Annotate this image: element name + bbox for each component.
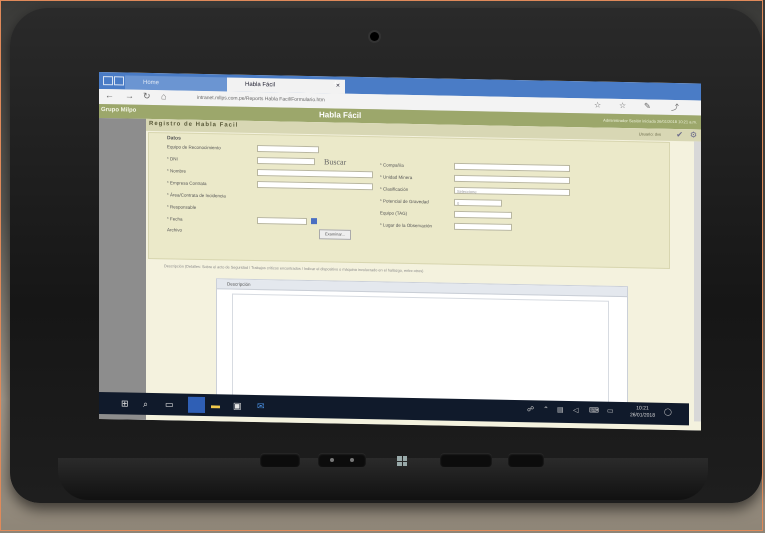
- unidad-select[interactable]: [454, 174, 570, 185]
- clock-date: 26/01/2018: [629, 412, 655, 419]
- form-panel: Datos Equipo de Reconocimiento * DNI * N…: [148, 131, 670, 269]
- file-explorer-icon[interactable]: ▬: [211, 400, 220, 410]
- label-dni: * DNI: [167, 156, 178, 162]
- label-unidad: * Unidad Minera: [380, 174, 413, 181]
- hardware-button[interactable]: [318, 453, 366, 467]
- compania-select[interactable]: [454, 162, 570, 173]
- camera-icon: [370, 32, 379, 41]
- left-sidebar: [99, 118, 146, 420]
- header-status: Usuario: dvs: [638, 131, 661, 137]
- keyboard-icon[interactable]: ⌨: [589, 406, 599, 414]
- empresa-field[interactable]: [257, 181, 373, 191]
- tablet-screen: Home Habla Fácil × + ← → ↻ ⌂ intranet.ml…: [99, 72, 701, 431]
- main-content: Registro de Habla Facil Usuario: dvs ✔ ⚙…: [146, 118, 701, 431]
- chevron-up-icon[interactable]: ⌃: [543, 406, 549, 414]
- window-icon[interactable]: [114, 76, 124, 86]
- page-title: Registro de Habla Facil: [149, 120, 239, 129]
- potencial-field[interactable]: 0: [454, 198, 502, 207]
- gear-icon[interactable]: ⚙: [690, 130, 697, 139]
- label-equipo: Equipo de Reconocimiento: [167, 144, 221, 151]
- nombre-field[interactable]: [257, 169, 373, 179]
- section-label: Datos: [167, 135, 181, 142]
- notifications-icon[interactable]: ◯: [664, 408, 672, 416]
- star-icon[interactable]: ☆: [594, 101, 601, 110]
- fecha-field[interactable]: [257, 217, 307, 225]
- vertical-scrollbar[interactable]: [694, 141, 701, 422]
- label-responsable: * Responsable: [167, 204, 197, 210]
- forward-icon[interactable]: →: [125, 90, 134, 100]
- buscar-button[interactable]: Buscar: [324, 157, 346, 166]
- calendar-icon[interactable]: [311, 218, 317, 225]
- favorites-icon[interactable]: ☆: [619, 101, 626, 110]
- windows-start-icon[interactable]: ⊞: [121, 398, 129, 409]
- volume-icon[interactable]: ◁: [573, 406, 578, 414]
- windows-key-icon[interactable]: [397, 456, 407, 466]
- window-icon[interactable]: [103, 76, 113, 86]
- tablet-bottom-bumper: [58, 458, 708, 500]
- save-icon[interactable]: ✔: [676, 130, 683, 139]
- label-compania: * Compañía: [380, 162, 404, 168]
- pen-icon[interactable]: ✎: [644, 101, 651, 110]
- hardware-button[interactable]: [260, 453, 300, 467]
- clock[interactable]: 10:21 26/01/2018: [630, 405, 655, 419]
- hardware-button[interactable]: [440, 453, 492, 467]
- people-icon[interactable]: ☍: [527, 405, 534, 413]
- tab-label: Home: [143, 79, 160, 87]
- search-icon[interactable]: ⌕: [143, 399, 148, 410]
- label-archivo: Archivo: [167, 227, 183, 233]
- user-info: Administrador Sesión iniciada 26/01/2018…: [603, 117, 697, 125]
- equipo-tag-field[interactable]: [454, 210, 512, 219]
- store-icon[interactable]: ▣: [233, 401, 242, 412]
- battery-icon[interactable]: ▭: [607, 407, 614, 415]
- back-icon[interactable]: ←: [105, 90, 114, 100]
- new-tab-button[interactable]: +: [333, 78, 339, 89]
- label-lugar: * Lugar de la Observación: [380, 222, 433, 229]
- clasificacion-select[interactable]: Seleccione: [454, 186, 570, 197]
- examinar-button[interactable]: Examinar...: [319, 229, 351, 240]
- equipo-field[interactable]: [257, 145, 319, 154]
- edge-browser-icon[interactable]: [188, 396, 205, 414]
- dni-field[interactable]: [257, 157, 315, 166]
- label-clasificacion: * Clasificación: [380, 186, 409, 192]
- description-title: Descripción: [227, 281, 251, 287]
- label-nombre: * Nombre: [167, 168, 187, 174]
- app-title: Habla Fácil: [319, 110, 362, 121]
- task-view-icon[interactable]: ▭: [165, 399, 174, 410]
- label-potencial: * Potencial de Gravedad: [380, 198, 429, 205]
- label-equipo-tag: Equipo (TAG): [380, 210, 408, 216]
- tab-label: Habla Fácil: [245, 81, 276, 89]
- refresh-icon[interactable]: ↻: [143, 91, 151, 102]
- org-name: Grupo Milpo: [101, 107, 137, 114]
- label-fecha: * Fecha: [167, 216, 183, 222]
- label-area: * Área/Contrata de Incidencia: [167, 192, 226, 199]
- network-icon[interactable]: ▤: [557, 406, 564, 414]
- share-icon[interactable]: ⤴: [671, 102, 679, 113]
- label-empresa: * Empresa Contrata: [167, 180, 207, 187]
- home-icon[interactable]: ⌂: [161, 91, 166, 101]
- lugar-field[interactable]: [454, 222, 512, 231]
- mail-icon[interactable]: ✉: [257, 401, 265, 412]
- hardware-button[interactable]: [508, 453, 544, 467]
